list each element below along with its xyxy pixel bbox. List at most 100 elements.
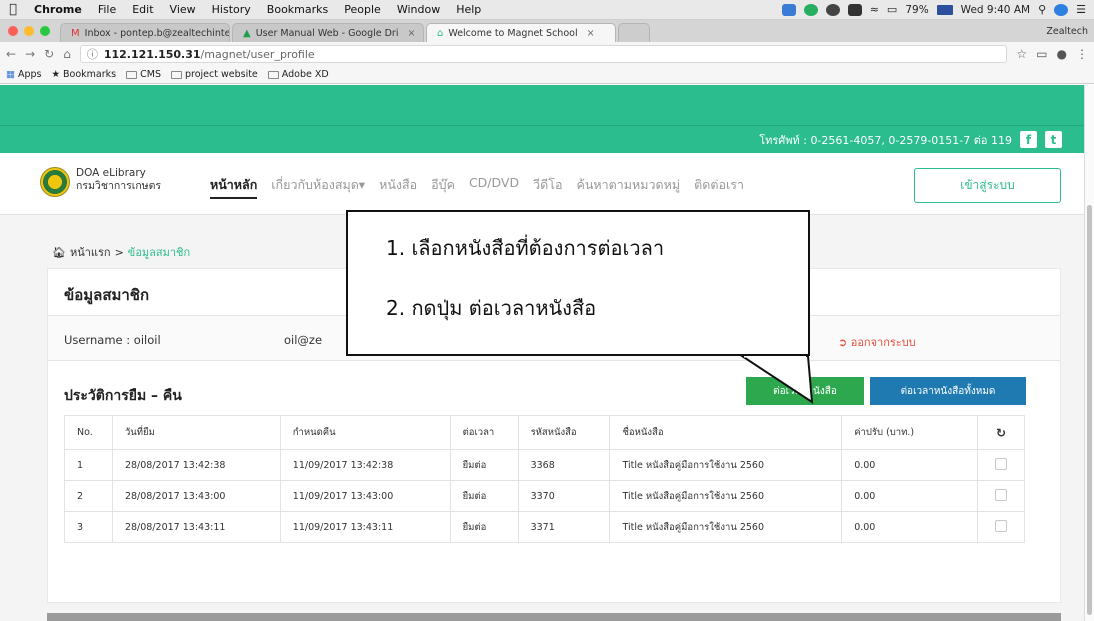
refresh-icon[interactable]: ↻: [996, 426, 1006, 440]
notification-center-icon[interactable]: ☰: [1076, 3, 1086, 16]
forward-icon[interactable]: →: [25, 47, 35, 61]
cell-book-code: 3371: [517, 511, 611, 543]
apple-icon[interactable]: : [0, 2, 26, 17]
nav-category-search[interactable]: ค้นหาตามหมวดหมู่: [576, 175, 680, 199]
menu-people[interactable]: People: [336, 3, 389, 16]
home-icon[interactable]: ⌂: [63, 47, 71, 61]
col-select: ↻: [977, 415, 1025, 450]
tab-magnet-school[interactable]: ⌂ Welcome to Magnet School ×: [426, 23, 616, 42]
tab-inbox[interactable]: M Inbox - pontep.b@zealtechinte ×: [60, 23, 230, 42]
nav-ebooks[interactable]: อีบุ๊ค: [431, 175, 455, 199]
clock[interactable]: Wed 9:40 AM: [961, 4, 1030, 16]
profile-name[interactable]: Zealtech: [1046, 26, 1094, 42]
folder-icon: [126, 70, 138, 79]
cell-select: [977, 511, 1025, 543]
brand-en: DOA eLibrary: [76, 167, 146, 179]
page-scrollbar[interactable]: [1084, 85, 1094, 621]
nav-books[interactable]: หนังสือ: [379, 175, 417, 199]
minimize-window-button[interactable]: [24, 26, 34, 36]
info-icon[interactable]: ⓘ: [87, 46, 98, 62]
cell-due-date: 11/09/2017 13:43:11: [279, 511, 451, 543]
zoom-window-button[interactable]: [40, 26, 50, 36]
col-fine: ค่าปรับ (บาท.): [841, 415, 978, 450]
menu-app[interactable]: Chrome: [26, 3, 90, 16]
address-bar[interactable]: ⓘ 112.121.150.31/magnet/user_profile: [79, 45, 1008, 63]
history-title: ประวัติการยืม – คืน: [64, 388, 182, 404]
menu-bookmarks[interactable]: Bookmarks: [259, 3, 336, 16]
callout-step-1: 1. เลือกหนังสือที่ต้องการต่อเวลา: [386, 236, 665, 260]
email-label: oil@ze: [284, 333, 323, 347]
facebook-icon[interactable]: f: [1020, 131, 1037, 148]
twitter-icon[interactable]: t: [1045, 131, 1062, 148]
nav-video[interactable]: วีดีโอ: [533, 175, 562, 199]
renew-all-books-button[interactable]: ต่อเวลาหนังสือทั้งหมด: [870, 377, 1026, 405]
scrollbar-thumb[interactable]: [1087, 205, 1092, 615]
bookmark-cms[interactable]: CMS: [126, 69, 161, 80]
tab-label: Welcome to Magnet School: [448, 27, 578, 39]
spotlight-icon[interactable]: ⚲: [1038, 3, 1046, 16]
page-title: ข้อมูลสมาชิก: [64, 286, 150, 304]
cell-borrow-date: 28/08/2017 13:43:11: [111, 511, 281, 543]
row-checkbox[interactable]: [995, 488, 1007, 501]
cell-fine: 0.00: [841, 511, 978, 543]
nav-home[interactable]: หน้าหลัก: [210, 175, 258, 199]
bookmark-star-icon[interactable]: ☆: [1016, 47, 1027, 61]
input-flag-icon[interactable]: [936, 4, 953, 15]
nav-cd-dvd[interactable]: CD/DVD: [469, 175, 519, 199]
menu-view[interactable]: View: [162, 3, 204, 16]
tray-messenger-icon[interactable]: [803, 3, 818, 16]
logout-link[interactable]: ➲ ออกจากระบบ: [838, 333, 916, 351]
menu-edit[interactable]: Edit: [124, 3, 161, 16]
callout-step-2: 2. กดปุ่ม ต่อเวลาหนังสือ: [386, 296, 597, 320]
col-borrow-date: วันที่ยืม: [111, 415, 281, 450]
breadcrumb-home[interactable]: หน้าแรก: [70, 243, 111, 261]
battery-indicator[interactable]: 79%: [905, 4, 928, 16]
col-book-code: รหัสหนังสือ: [517, 415, 611, 450]
extension-icon[interactable]: ●: [1057, 47, 1067, 61]
window-controls: [0, 26, 60, 42]
close-window-button[interactable]: [8, 26, 18, 36]
wifi-icon[interactable]: ≈: [870, 3, 879, 16]
back-icon[interactable]: ←: [6, 47, 16, 61]
username-label: Username : oiloil: [64, 333, 161, 347]
browser-tab-strip: M Inbox - pontep.b@zealtechinte × ▲ User…: [0, 20, 1094, 42]
reload-icon[interactable]: ↻: [44, 47, 54, 61]
menu-window[interactable]: Window: [389, 3, 448, 16]
bookmark-apps[interactable]: ▦ Apps: [6, 69, 42, 80]
chrome-menu-icon[interactable]: ⋮: [1076, 47, 1088, 61]
tray-app-icon[interactable]: [781, 3, 796, 16]
tab-user-manual[interactable]: ▲ User Manual Web - Google Dri ×: [232, 23, 424, 42]
row-checkbox[interactable]: [995, 519, 1007, 532]
renew-book-button[interactable]: ต่อเวลาหนังสือ: [746, 377, 864, 405]
bookmark-bookmarks[interactable]: ★ Bookmarks: [52, 69, 117, 80]
table-row: 3 28/08/2017 13:43:11 11/09/2017 13:43:1…: [64, 511, 1025, 543]
bookmark-adobe-xd[interactable]: Adobe XD: [267, 69, 329, 80]
folder-icon: [170, 70, 182, 79]
contact-bar: โทรศัพท์ : 0-2561-4057, 0-2579-0151-7 ต่…: [0, 125, 1084, 153]
cell-book-name: Title หนังสือคู่มือการใช้งาน 2560: [609, 449, 843, 481]
doa-logo[interactable]: [40, 167, 70, 197]
menu-file[interactable]: File: [90, 3, 124, 16]
tray-box-icon[interactable]: [847, 3, 862, 16]
tab-close-icon[interactable]: ×: [407, 28, 415, 39]
nav-contact[interactable]: ติดต่อเรา: [694, 175, 744, 199]
cell-book-code: 3370: [517, 480, 611, 512]
tab-close-icon[interactable]: ×: [587, 28, 595, 39]
tray-record-icon[interactable]: [825, 3, 840, 16]
menu-history[interactable]: History: [204, 3, 259, 16]
login-button[interactable]: เข้าสู่ระบบ: [914, 168, 1061, 203]
cast-icon[interactable]: ▭: [1036, 47, 1047, 61]
menu-help[interactable]: Help: [448, 3, 489, 16]
footer-strip: [47, 613, 1061, 621]
home-icon[interactable]: 🏠︎: [52, 246, 66, 259]
airplay-icon[interactable]: ▭: [887, 3, 897, 16]
new-tab-button[interactable]: [618, 23, 650, 42]
contact-phone: โทรศัพท์ : 0-2561-4057, 0-2579-0151-7 ต่…: [759, 133, 1012, 147]
bookmark-project-website[interactable]: project website: [170, 69, 258, 80]
nav-about[interactable]: เกี่ยวกับห้องสมุด▾: [271, 175, 365, 199]
col-renew: ต่อเวลา: [449, 415, 519, 450]
site-brand[interactable]: DOA eLibrary กรมวิชาการเกษตร: [76, 167, 161, 193]
siri-icon[interactable]: [1054, 3, 1069, 16]
cell-select: [977, 480, 1025, 512]
row-checkbox[interactable]: [995, 457, 1007, 470]
